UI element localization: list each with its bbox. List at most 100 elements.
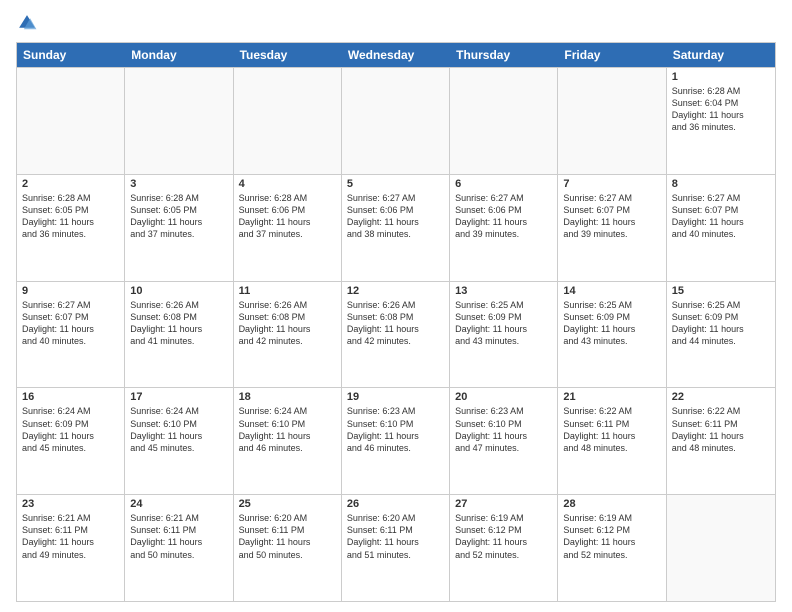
day-info: Sunrise: 6:25 AM Sunset: 6:09 PM Dayligh… [563, 299, 660, 348]
calendar-cell-4-3: 18Sunrise: 6:24 AM Sunset: 6:10 PM Dayli… [234, 388, 342, 494]
calendar: SundayMondayTuesdayWednesdayThursdayFrid… [16, 42, 776, 602]
day-info: Sunrise: 6:25 AM Sunset: 6:09 PM Dayligh… [672, 299, 770, 348]
day-info: Sunrise: 6:26 AM Sunset: 6:08 PM Dayligh… [347, 299, 444, 348]
day-info: Sunrise: 6:21 AM Sunset: 6:11 PM Dayligh… [22, 512, 119, 561]
calendar-cell-1-5 [450, 68, 558, 174]
calendar-cell-3-6: 14 Sunrise: 6:25 AM Sunset: 6:09 PM Dayli… [558, 282, 666, 388]
day-info: Sunrise: 6:23 AM Sunset: 6:10 PM Dayligh… [347, 405, 444, 454]
day-info: Sunrise: 6:28 AM Sunset: 6:04 PM Dayligh… [672, 85, 770, 134]
day-info: Sunrise: 6:27 AM Sunset: 6:06 PM Dayligh… [347, 192, 444, 241]
day-info: Sunrise: 6:24 AM Sunset: 6:09 PM Dayligh… [22, 405, 119, 454]
calendar-week-1: 1 Sunrise: 6:28 AM Sunset: 6:04 PM Daylig… [17, 67, 775, 174]
calendar-cell-4-5: 20 Sunrise: 6:23 AM Sunset: 6:10 PM Dayli… [450, 388, 558, 494]
weekday-header-wednesday: Wednesday [342, 43, 450, 67]
calendar-cell-2-3: 4 Sunrise: 6:28 AM Sunset: 6:06 PM Daylig… [234, 175, 342, 281]
day-number: 16 [22, 391, 119, 403]
day-number: 11 [239, 285, 336, 297]
calendar-cell-2-5: 6 Sunrise: 6:27 AM Sunset: 6:06 PM Daylig… [450, 175, 558, 281]
day-info: Sunrise: 6:26 AM Sunset: 6:08 PM Dayligh… [130, 299, 227, 348]
day-info: Sunrise: 6:22 AM Sunset: 6:11 PM Dayligh… [563, 405, 660, 454]
day-info: Sunrise: 6:20 AM Sunset: 6:11 PM Dayligh… [347, 512, 444, 561]
calendar-cell-2-4: 5 Sunrise: 6:27 AM Sunset: 6:06 PM Daylig… [342, 175, 450, 281]
day-number: 20 [455, 391, 552, 403]
calendar-header-row: SundayMondayTuesdayWednesdayThursdayFrid… [17, 43, 775, 67]
calendar-cell-1-3 [234, 68, 342, 174]
calendar-cell-3-2: 10 Sunrise: 6:26 AM Sunset: 6:08 PM Dayli… [125, 282, 233, 388]
calendar-cell-1-1 [17, 68, 125, 174]
calendar-cell-2-6: 7Sunrise: 6:27 AM Sunset: 6:07 PM Daylig… [558, 175, 666, 281]
calendar-cell-1-2 [125, 68, 233, 174]
day-number: 6 [455, 178, 552, 190]
day-number: 2 [22, 178, 119, 190]
calendar-week-5: 23 Sunrise: 6:21 AM Sunset: 6:11 PM Dayli… [17, 494, 775, 601]
calendar-cell-5-1: 23 Sunrise: 6:21 AM Sunset: 6:11 PM Dayli… [17, 495, 125, 601]
day-number: 21 [563, 391, 660, 403]
calendar-cell-4-6: 21 Sunrise: 6:22 AM Sunset: 6:11 PM Dayli… [558, 388, 666, 494]
day-number: 25 [239, 498, 336, 510]
calendar-cell-3-1: 9 Sunrise: 6:27 AM Sunset: 6:07 PM Daylig… [17, 282, 125, 388]
calendar-cell-1-6 [558, 68, 666, 174]
header [16, 12, 776, 34]
calendar-cell-3-5: 13 Sunrise: 6:25 AM Sunset: 6:09 PM Dayli… [450, 282, 558, 388]
day-number: 26 [347, 498, 444, 510]
calendar-week-4: 16 Sunrise: 6:24 AM Sunset: 6:09 PM Dayli… [17, 387, 775, 494]
day-number: 24 [130, 498, 227, 510]
day-info: Sunrise: 6:27 AM Sunset: 6:06 PM Dayligh… [455, 192, 552, 241]
calendar-cell-4-2: 17Sunrise: 6:24 AM Sunset: 6:10 PM Dayli… [125, 388, 233, 494]
calendar-cell-2-1: 2 Sunrise: 6:28 AM Sunset: 6:05 PM Daylig… [17, 175, 125, 281]
calendar-cell-4-4: 19 Sunrise: 6:23 AM Sunset: 6:10 PM Dayli… [342, 388, 450, 494]
calendar-cell-4-7: 22 Sunrise: 6:22 AM Sunset: 6:11 PM Dayli… [667, 388, 775, 494]
day-info: Sunrise: 6:24 AM Sunset: 6:10 PM Dayligh… [130, 405, 227, 454]
day-number: 13 [455, 285, 552, 297]
day-number: 10 [130, 285, 227, 297]
calendar-cell-2-2: 3 Sunrise: 6:28 AM Sunset: 6:05 PM Daylig… [125, 175, 233, 281]
day-info: Sunrise: 6:28 AM Sunset: 6:05 PM Dayligh… [22, 192, 119, 241]
logo-icon [16, 12, 38, 34]
day-number: 27 [455, 498, 552, 510]
weekday-header-sunday: Sunday [17, 43, 125, 67]
day-info: Sunrise: 6:28 AM Sunset: 6:06 PM Dayligh… [239, 192, 336, 241]
day-number: 28 [563, 498, 660, 510]
calendar-body: 1 Sunrise: 6:28 AM Sunset: 6:04 PM Daylig… [17, 67, 775, 601]
calendar-cell-1-4 [342, 68, 450, 174]
day-number: 12 [347, 285, 444, 297]
day-number: 1 [672, 71, 770, 83]
day-number: 8 [672, 178, 770, 190]
day-number: 18 [239, 391, 336, 403]
weekday-header-friday: Friday [558, 43, 666, 67]
day-info: Sunrise: 6:27 AM Sunset: 6:07 PM Dayligh… [672, 192, 770, 241]
day-number: 5 [347, 178, 444, 190]
day-number: 4 [239, 178, 336, 190]
calendar-week-3: 9 Sunrise: 6:27 AM Sunset: 6:07 PM Daylig… [17, 281, 775, 388]
day-number: 23 [22, 498, 119, 510]
day-info: Sunrise: 6:26 AM Sunset: 6:08 PM Dayligh… [239, 299, 336, 348]
day-number: 15 [672, 285, 770, 297]
calendar-cell-1-7: 1 Sunrise: 6:28 AM Sunset: 6:04 PM Daylig… [667, 68, 775, 174]
day-number: 19 [347, 391, 444, 403]
day-info: Sunrise: 6:25 AM Sunset: 6:09 PM Dayligh… [455, 299, 552, 348]
day-number: 22 [672, 391, 770, 403]
day-info: Sunrise: 6:21 AM Sunset: 6:11 PM Dayligh… [130, 512, 227, 561]
day-info: Sunrise: 6:23 AM Sunset: 6:10 PM Dayligh… [455, 405, 552, 454]
calendar-cell-3-4: 12 Sunrise: 6:26 AM Sunset: 6:08 PM Dayli… [342, 282, 450, 388]
weekday-header-thursday: Thursday [450, 43, 558, 67]
day-number: 14 [563, 285, 660, 297]
page: SundayMondayTuesdayWednesdayThursdayFrid… [0, 0, 792, 612]
calendar-cell-2-7: 8 Sunrise: 6:27 AM Sunset: 6:07 PM Daylig… [667, 175, 775, 281]
logo [16, 12, 42, 34]
calendar-cell-4-1: 16 Sunrise: 6:24 AM Sunset: 6:09 PM Dayli… [17, 388, 125, 494]
calendar-cell-5-6: 28Sunrise: 6:19 AM Sunset: 6:12 PM Dayli… [558, 495, 666, 601]
weekday-header-saturday: Saturday [667, 43, 775, 67]
calendar-cell-5-7 [667, 495, 775, 601]
day-info: Sunrise: 6:27 AM Sunset: 6:07 PM Dayligh… [22, 299, 119, 348]
day-info: Sunrise: 6:28 AM Sunset: 6:05 PM Dayligh… [130, 192, 227, 241]
calendar-cell-3-7: 15 Sunrise: 6:25 AM Sunset: 6:09 PM Dayli… [667, 282, 775, 388]
day-info: Sunrise: 6:22 AM Sunset: 6:11 PM Dayligh… [672, 405, 770, 454]
day-number: 3 [130, 178, 227, 190]
day-number: 9 [22, 285, 119, 297]
calendar-cell-3-3: 11 Sunrise: 6:26 AM Sunset: 6:08 PM Dayli… [234, 282, 342, 388]
day-info: Sunrise: 6:27 AM Sunset: 6:07 PM Dayligh… [563, 192, 660, 241]
calendar-cell-5-5: 27 Sunrise: 6:19 AM Sunset: 6:12 PM Dayli… [450, 495, 558, 601]
calendar-cell-5-4: 26 Sunrise: 6:20 AM Sunset: 6:11 PM Dayli… [342, 495, 450, 601]
day-info: Sunrise: 6:19 AM Sunset: 6:12 PM Dayligh… [455, 512, 552, 561]
